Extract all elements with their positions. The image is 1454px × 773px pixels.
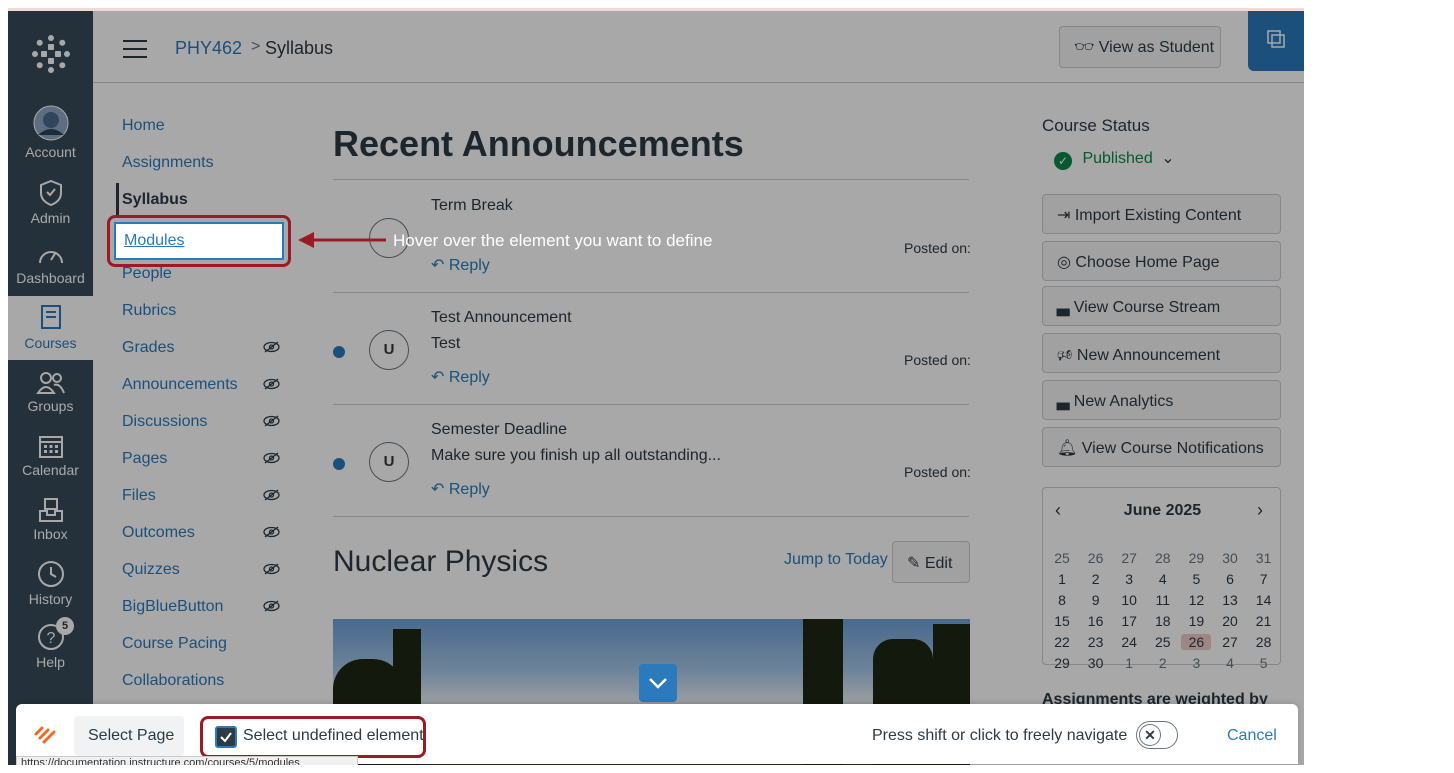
chevron-down-icon <box>649 678 667 689</box>
checkbox[interactable] <box>215 726 237 748</box>
navigate-hint: Press shift or click to freely navigate <box>872 727 1128 744</box>
select-page-button[interactable]: Select Page <box>74 716 184 756</box>
collapse-button[interactable] <box>639 664 677 702</box>
hover-tooltip: Hover over the element you want to defin… <box>393 231 713 250</box>
app-window: Account Admin Dashboard Courses Groups C… <box>8 8 1304 765</box>
select-undefined-element-toggle[interactable]: Select undefined element <box>200 716 426 758</box>
arrow-icon <box>298 232 386 248</box>
overlay-dim <box>8 11 1304 765</box>
status-bar-url: https://documentation.instructure.com/co… <box>16 756 358 765</box>
close-icon: ✕ <box>1139 724 1161 746</box>
check-icon <box>220 732 232 743</box>
cancel-button[interactable]: Cancel <box>1227 727 1277 745</box>
select-undefined-label: Select undefined element <box>243 727 424 744</box>
free-navigate-toggle[interactable]: ✕ <box>1136 721 1178 749</box>
pendo-logo-icon <box>34 726 56 744</box>
annotation-box <box>107 215 291 267</box>
walkthrough-toolbar: Select Page Select undefined element Pre… <box>16 704 1298 764</box>
